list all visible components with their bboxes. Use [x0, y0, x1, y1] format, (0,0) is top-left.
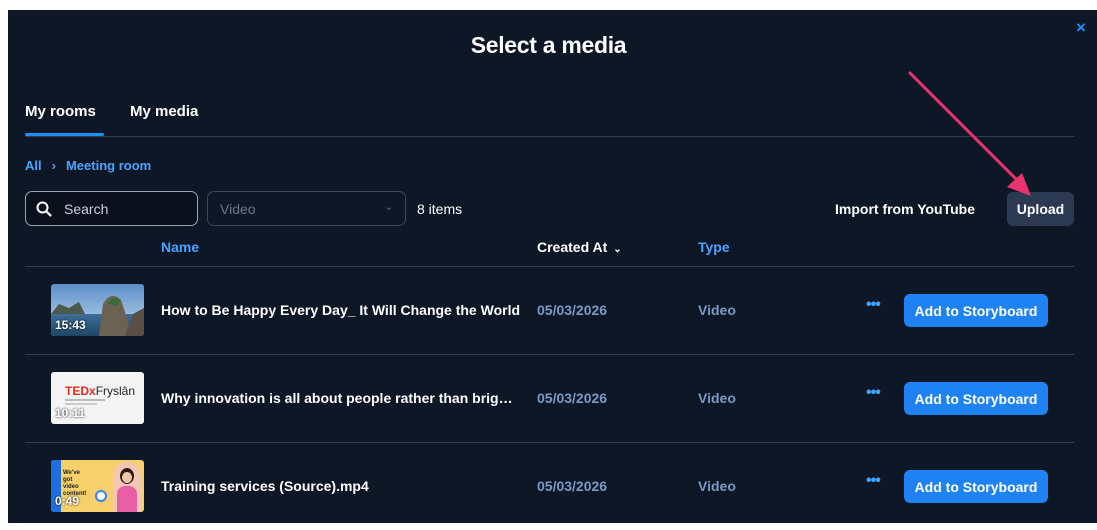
breadcrumb-all[interactable]: All [25, 158, 42, 173]
video-duration: 15:43 [55, 318, 86, 332]
video-thumbnail: 15:43 [51, 284, 144, 336]
thumbnail-decoration [95, 490, 107, 502]
media-name: Why innovation is all about people rathe… [161, 390, 521, 406]
search-icon [36, 201, 52, 217]
presenter-body [117, 486, 137, 512]
add-to-storyboard-button[interactable]: Add to Storyboard [904, 294, 1048, 327]
upload-button[interactable]: Upload [1007, 192, 1074, 226]
more-options-icon[interactable]: ••• [866, 384, 881, 402]
add-to-storyboard-button[interactable]: Add to Storyboard [904, 470, 1048, 503]
more-options-icon[interactable]: ••• [866, 296, 881, 314]
video-duration: 0:49 [55, 494, 80, 508]
dialog-title: Select a media [470, 32, 627, 58]
tabs-divider [25, 136, 1074, 137]
thumbnail-text-line [65, 399, 105, 401]
add-to-storyboard-button[interactable]: Add to Storyboard [904, 382, 1048, 415]
table-row: TEDxFryslân 10:11 Why innovation is all … [25, 354, 1074, 442]
column-header-name: Name [161, 239, 200, 255]
tedx-logo: TEDxFryslân [65, 384, 136, 398]
import-from-youtube-button[interactable]: Import from YouTube [835, 201, 975, 217]
video-thumbnail: We've got video content! 0:49 [51, 460, 144, 512]
chevron-down-icon: ⌄ [384, 202, 393, 213]
media-name: How to Be Happy Every Day_ It Will Chang… [161, 302, 521, 318]
video-duration: 10:11 [55, 406, 86, 420]
type-filter-select[interactable]: Video ⌄ [207, 191, 406, 226]
tab-my-rooms[interactable]: My rooms [25, 103, 96, 120]
breadcrumb-current[interactable]: Meeting room [66, 158, 151, 173]
thumbnail-text-line [65, 403, 97, 405]
media-type: Video [698, 478, 736, 494]
column-header-created-at[interactable]: Created At ⌄ [537, 239, 622, 255]
created-at: 05/03/2026 [537, 302, 608, 318]
created-at: 05/03/2026 [537, 390, 608, 406]
more-options-icon[interactable]: ••• [866, 472, 881, 490]
media-name: Training services (Source).mp4 [161, 478, 369, 494]
breadcrumb-separator-icon: › [51, 158, 56, 173]
sort-chevron-icon: ⌄ [613, 244, 622, 255]
search-box[interactable] [25, 191, 198, 226]
tab-my-media[interactable]: My media [130, 103, 198, 120]
column-header-type: Type [698, 239, 730, 255]
search-input[interactable] [62, 199, 186, 218]
breadcrumb: All › Meeting room [25, 158, 151, 173]
type-filter-value: Video [220, 200, 256, 217]
video-thumbnail: TEDxFryslân 10:11 [51, 372, 144, 424]
items-count: 8 items [417, 201, 463, 217]
table-row: We've got video content! 0:49 Training s… [25, 442, 1074, 530]
created-at: 05/03/2026 [537, 478, 608, 494]
presenter-face [122, 472, 132, 483]
presenter-figure [113, 462, 141, 512]
media-type: Video [698, 302, 736, 318]
media-type: Video [698, 390, 736, 406]
column-header-created-label: Created At [537, 239, 608, 255]
table-row: 15:43 How to Be Happy Every Day_ It Will… [25, 266, 1074, 354]
